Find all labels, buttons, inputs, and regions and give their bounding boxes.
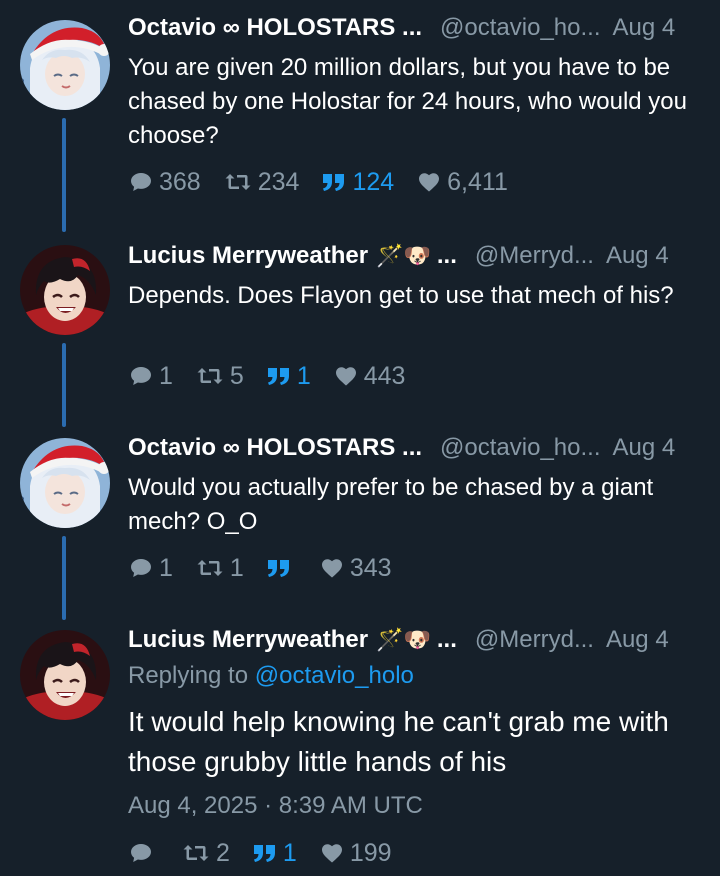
reply-count: 368 [159,167,201,196]
like-button[interactable]: 343 [319,554,392,583]
retweet-icon [195,556,225,580]
author-name[interactable]: Lucius Merryweather [128,626,368,654]
tweet-3[interactable]: Octavio ∞ HOLOSTARS ... @octavio_ho... A… [0,422,720,620]
reply-icon [128,364,154,388]
avatar-octavio-image [20,20,110,110]
like-count: 6,411 [447,167,508,196]
retweet-button[interactable]: 5 [195,362,244,391]
like-count: 199 [349,838,392,867]
quote-icon [266,556,292,580]
tweet-text: Depends. Does Flayon get to use that mec… [128,282,674,309]
tweet-timestamp[interactable]: Aug 4, 2025 · 8:39 AM UTC [128,792,423,820]
author-handle[interactable]: @Merryd... [475,242,594,270]
reply-button[interactable]: 1 [128,554,173,583]
tweet-4[interactable]: Lucius Merryweather 🪄🐶 ... @Merryd... Au… [0,614,720,876]
replying-to: Replying to @octavio_holo [128,662,414,690]
reply-icon [128,841,154,865]
tweet-date[interactable]: Aug 4 [606,626,669,654]
tweet-text: Would you actually prefer to be chased b… [128,474,654,535]
like-count: 443 [363,361,406,390]
tweet-header: Lucius Merryweather 🪄🐶 ... @Merryd... Au… [128,239,702,273]
thread-line [62,118,66,232]
author-name[interactable]: Octavio ∞ HOLOSTARS ... [128,14,422,42]
retweet-button[interactable]: 2 [181,839,230,868]
quote-button[interactable]: 1 [266,362,311,391]
quote-icon [252,841,278,865]
reply-count: 1 [159,553,173,582]
tweet-1[interactable]: Octavio ∞ HOLOSTARS ... @octavio_ho... A… [0,0,720,232]
replying-to-label: Replying to [128,662,249,689]
reply-icon [128,170,154,194]
heart-icon [319,556,345,580]
quote-button[interactable]: 124 [321,168,394,197]
author-emoji: 🪄🐶 [376,627,431,652]
like-button[interactable]: 6,411 [416,168,508,197]
quote-icon [321,170,347,194]
author-handle[interactable]: @Merryd... [475,626,594,654]
avatar-lucius[interactable] [20,630,110,720]
retweet-icon [181,841,211,865]
reply-button[interactable] [128,841,159,865]
tweet-date[interactable]: Aug 4 [606,242,669,270]
tweet-text: It would help knowing he can't grab me w… [128,706,669,777]
like-button[interactable]: 443 [333,361,406,391]
author-handle[interactable]: @octavio_ho... [440,434,600,462]
avatar-lucius[interactable] [20,245,110,335]
heart-icon [333,364,359,388]
quote-count: 124 [352,167,395,196]
retweet-count: 5 [229,361,244,390]
reply-button[interactable]: 1 [128,362,173,391]
avatar-lucius-image [20,630,110,720]
tweet-actions: 368 234 124 6,411 [128,167,530,197]
quote-count: 1 [282,838,297,867]
like-count: 343 [349,553,392,582]
avatar-lucius-image [20,245,110,335]
avatar-octavio[interactable] [20,438,110,528]
tweet-actions: 2 1 199 [128,838,414,868]
tweet-text: You are given 20 million dollars, but yo… [128,54,687,149]
tweet-date[interactable]: Aug 4 [613,14,676,42]
author-name-ellipsis: ... [436,626,457,653]
retweet-icon [195,364,225,388]
retweet-count: 2 [216,838,230,867]
quote-icon [266,364,292,388]
tweet-header: Octavio ∞ HOLOSTARS ... @octavio_ho... A… [128,11,702,45]
author-name[interactable]: Octavio ∞ HOLOSTARS ... [128,434,422,462]
thread-line [62,536,66,620]
retweet-button[interactable]: 234 [223,167,300,197]
reply-count: 1 [159,361,173,390]
heart-icon [319,841,345,865]
author-name[interactable]: Lucius Merryweather [128,242,368,270]
retweet-count: 1 [229,553,244,582]
tweet-header: Lucius Merryweather 🪄🐶 ... @Merryd... Au… [128,623,702,657]
author-emoji: 🪄🐶 [376,243,431,268]
quote-button[interactable]: 1 [252,839,297,868]
replying-to-mention[interactable]: @octavio_holo [255,662,414,689]
tweet-2[interactable]: Lucius Merryweather 🪄🐶 ... @Merryd... Au… [0,230,720,427]
author-handle[interactable]: @octavio_ho... [440,14,600,42]
retweet-icon [223,170,253,194]
retweet-button[interactable]: 1 [195,554,244,583]
reply-button[interactable]: 368 [128,168,201,197]
reply-icon [128,556,154,580]
quote-button[interactable] [266,556,297,580]
author-name-ellipsis: ... [436,242,457,269]
tweet-header: Octavio ∞ HOLOSTARS ... @octavio_ho... A… [128,431,702,465]
retweet-count: 234 [257,167,300,196]
tweet-actions: 1 5 1 443 [128,361,427,391]
avatar-octavio[interactable] [20,20,110,110]
tweet-actions: 1 1 343 [128,553,414,583]
avatar-octavio-image [20,438,110,528]
thread-line [62,343,66,427]
heart-icon [416,170,442,194]
tweet-date[interactable]: Aug 4 [613,434,676,462]
quote-count: 1 [296,361,311,390]
like-button[interactable]: 199 [319,839,392,868]
